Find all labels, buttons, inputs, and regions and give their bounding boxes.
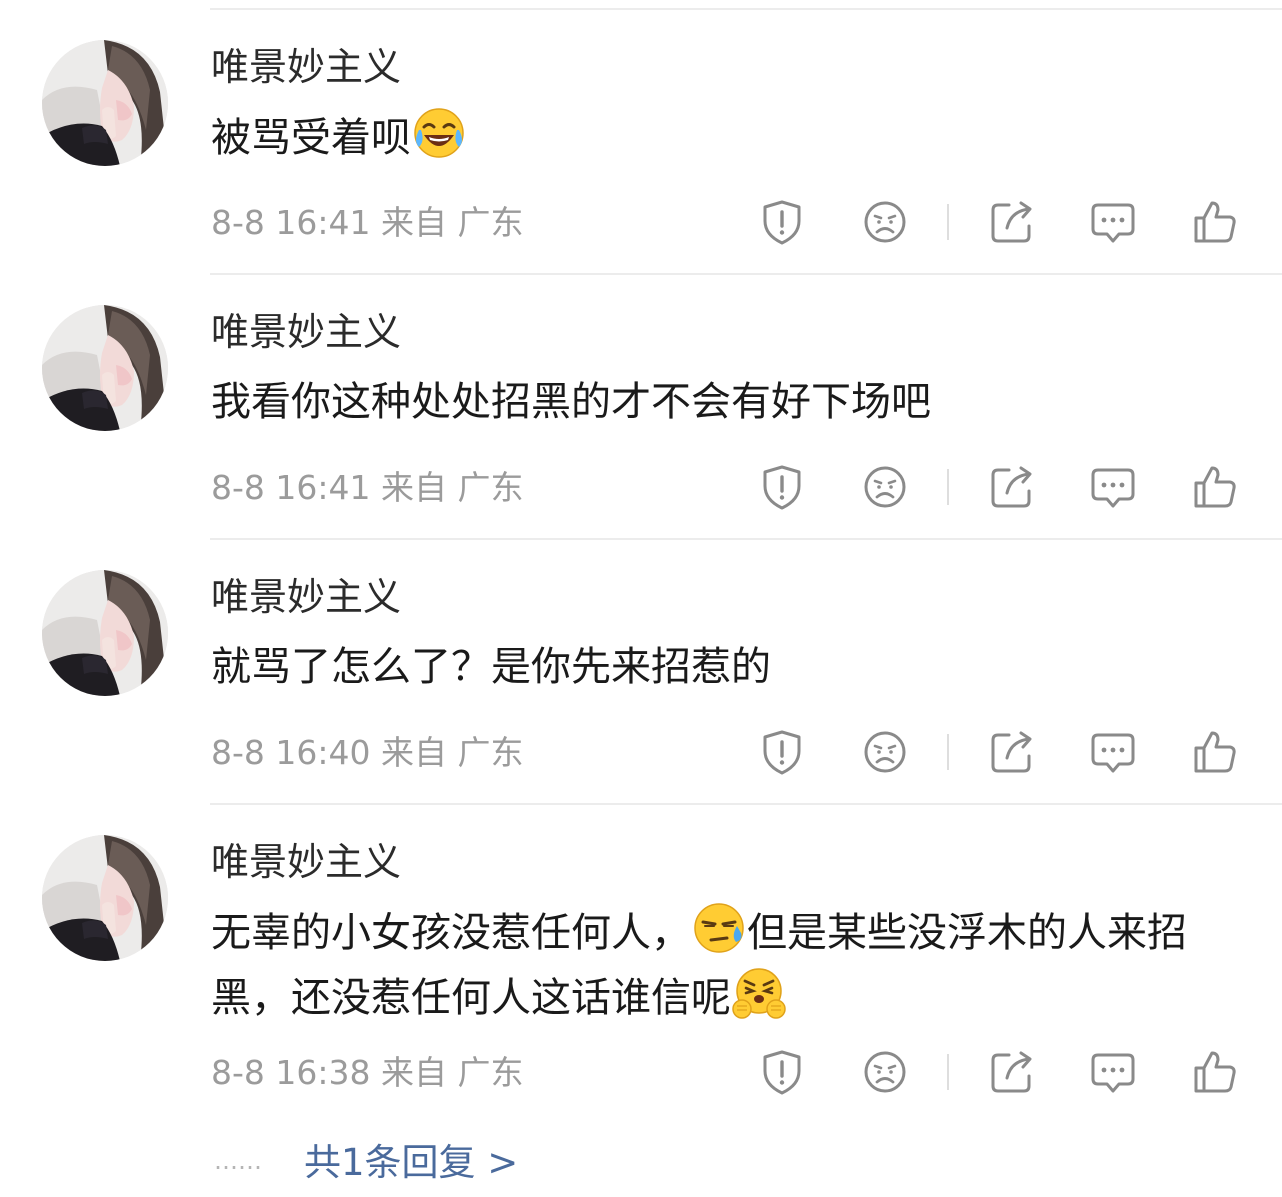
comment-source: 来自 广东 — [381, 203, 524, 242]
comment-divider — [210, 273, 1282, 275]
comment-meta: 8-8 16:40 来自 广东 — [211, 733, 524, 773]
comment-meta: 8-8 16:38 来自 广东 — [211, 1053, 524, 1093]
comment-text: 我看你这种处处招黑的才不会有好下场吧 — [211, 370, 1231, 434]
top-divider — [210, 8, 1282, 10]
comment-time: 8-8 16:41 — [211, 203, 371, 242]
comment-actions — [757, 197, 1247, 247]
comment-text: 就骂了怎么了？是你先来招惹的 — [211, 635, 1231, 699]
comment-username[interactable]: 唯景妙主义 — [211, 574, 401, 620]
comment-icon[interactable] — [1088, 727, 1138, 777]
comment-text-part1: 无辜的小女孩没惹任何人， — [211, 910, 691, 956]
avatar[interactable] — [42, 835, 168, 961]
comment-divider — [210, 803, 1282, 805]
comment-source: 来自 广东 — [381, 468, 524, 507]
like-icon[interactable] — [1190, 462, 1240, 512]
comment-meta: 8-8 16:41 来自 广东 — [211, 203, 524, 243]
report-icon[interactable] — [757, 462, 807, 512]
comment-text-content: 我看你这种处处招黑的才不会有好下场吧 — [211, 379, 931, 425]
like-icon[interactable] — [1190, 727, 1240, 777]
comment-icon[interactable] — [1088, 1047, 1138, 1097]
share-icon[interactable] — [987, 462, 1037, 512]
action-separator — [947, 204, 949, 240]
report-icon[interactable] — [757, 727, 807, 777]
like-icon[interactable] — [1190, 197, 1240, 247]
report-icon[interactable] — [757, 197, 807, 247]
dislike-icon[interactable] — [860, 197, 910, 247]
comment-icon[interactable] — [1088, 197, 1138, 247]
comment-text: 无辜的小女孩没惹任何人， 但是某些没浮木的人来招黑，还没惹任何人这话谁信呢 — [211, 900, 1231, 1030]
comment-actions — [757, 727, 1247, 777]
share-icon[interactable] — [987, 1047, 1037, 1097]
dislike-icon[interactable] — [860, 727, 910, 777]
comment-time: 8-8 16:40 — [211, 733, 371, 772]
comment-time: 8-8 16:38 — [211, 1053, 371, 1092]
comment-text-content: 被骂受着呗 — [211, 115, 411, 161]
report-icon[interactable] — [757, 1047, 807, 1097]
more-replies-dots: …… — [214, 1147, 262, 1175]
comment-divider — [210, 538, 1282, 540]
comment-actions — [757, 462, 1247, 512]
comment-time: 8-8 16:41 — [211, 468, 371, 507]
comment-icon[interactable] — [1088, 462, 1138, 512]
comment-source: 来自 广东 — [381, 733, 524, 772]
comment-text: 被骂受着呗 — [211, 105, 1231, 170]
action-separator — [947, 734, 949, 770]
view-replies-link[interactable]: 共1条回复 > — [304, 1141, 518, 1184]
avatar[interactable] — [42, 570, 168, 696]
comment-text-content: 就骂了怎么了？是你先来招惹的 — [211, 644, 771, 690]
comment-username[interactable]: 唯景妙主义 — [211, 309, 401, 355]
tears-of-joy-emoji-icon — [411, 105, 467, 161]
comment-username[interactable]: 唯景妙主义 — [211, 44, 401, 90]
avatar[interactable] — [42, 305, 168, 431]
downcast-sweat-emoji-icon — [691, 900, 747, 956]
comment-meta: 8-8 16:41 来自 广东 — [211, 468, 524, 508]
action-separator — [947, 1054, 949, 1090]
share-icon[interactable] — [987, 197, 1037, 247]
avatar[interactable] — [42, 40, 168, 166]
action-separator — [947, 469, 949, 505]
more-replies[interactable]: …… 共1条回复 > — [214, 1132, 518, 1184]
dislike-icon[interactable] — [860, 1047, 910, 1097]
comment-username[interactable]: 唯景妙主义 — [211, 839, 401, 885]
huffing-emoji-icon — [731, 965, 787, 1021]
like-icon[interactable] — [1190, 1047, 1240, 1097]
comment-actions — [757, 1047, 1247, 1097]
comment-source: 来自 广东 — [381, 1053, 524, 1092]
dislike-icon[interactable] — [860, 462, 910, 512]
share-icon[interactable] — [987, 727, 1037, 777]
